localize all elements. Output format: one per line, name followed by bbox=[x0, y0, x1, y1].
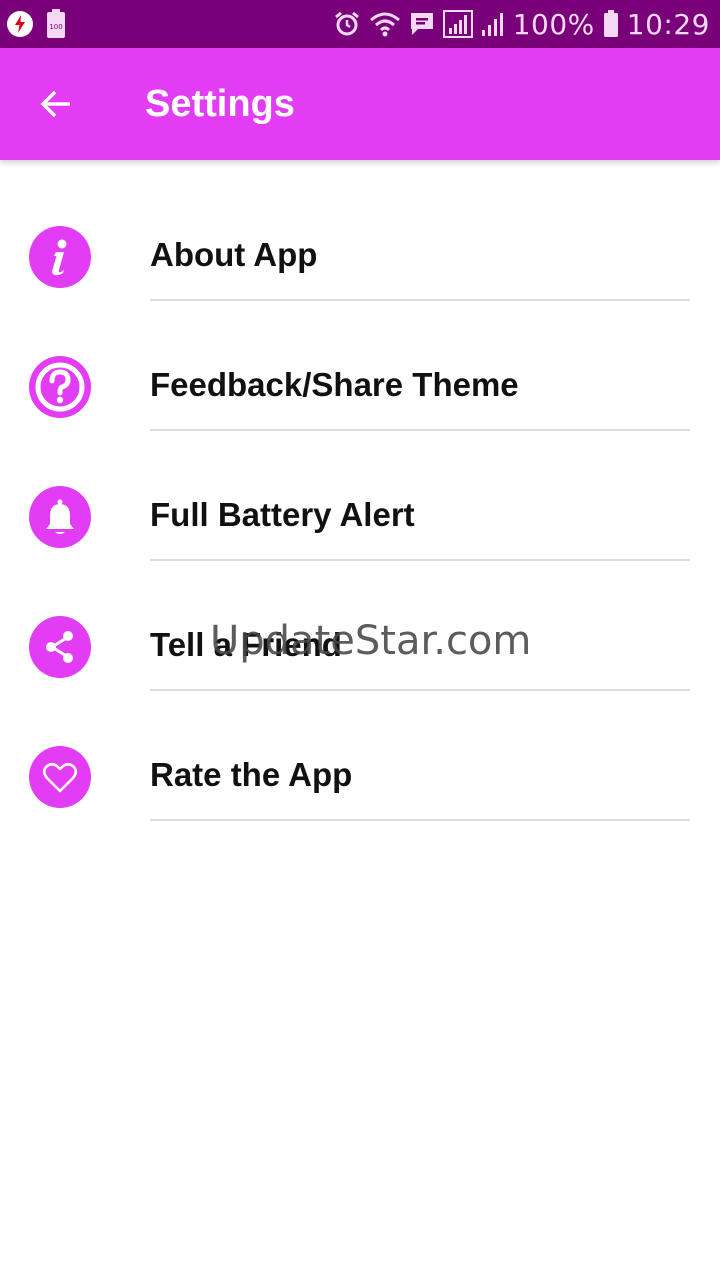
menu-item-feedback-share-theme[interactable]: Feedback/Share Theme bbox=[0, 322, 720, 452]
back-button[interactable] bbox=[0, 48, 112, 160]
app-bar: Settings bbox=[0, 48, 720, 160]
heart-icon bbox=[29, 746, 91, 808]
status-bar: 100 100% 10:29 bbox=[0, 0, 720, 48]
menu-item-label: Feedback/Share Theme bbox=[150, 366, 519, 403]
menu-item-full-battery-alert[interactable]: Full Battery Alert bbox=[0, 452, 720, 582]
divider bbox=[150, 429, 690, 431]
divider bbox=[150, 819, 690, 821]
wifi-icon bbox=[369, 10, 401, 38]
svg-text:100: 100 bbox=[49, 23, 62, 31]
page-title: Settings bbox=[145, 82, 295, 125]
battery-saver-icon bbox=[6, 10, 34, 38]
menu-item-label: Tell a Friend bbox=[150, 626, 342, 663]
battery-icon bbox=[603, 10, 619, 38]
clock: 10:29 bbox=[626, 7, 710, 41]
bell-icon bbox=[29, 486, 91, 548]
message-icon bbox=[409, 11, 435, 37]
signal-icon bbox=[481, 10, 505, 38]
menu-item-tell-a-friend[interactable]: Tell a Friend bbox=[0, 582, 720, 712]
menu-item-rate-the-app[interactable]: Rate the App bbox=[0, 712, 720, 842]
settings-list: About App Feedback/Share Theme Full Batt… bbox=[0, 192, 720, 842]
battery-100-icon: 100 bbox=[46, 9, 66, 39]
arrow-left-icon bbox=[38, 86, 74, 122]
divider bbox=[150, 689, 690, 691]
share-icon bbox=[29, 616, 91, 678]
divider bbox=[150, 559, 690, 561]
divider bbox=[150, 299, 690, 301]
signal-icon bbox=[442, 10, 473, 38]
menu-item-label: About App bbox=[150, 236, 318, 273]
battery-percent: 100% bbox=[512, 7, 595, 41]
menu-item-label: Full Battery Alert bbox=[150, 496, 415, 533]
menu-item-label: Rate the App bbox=[150, 756, 353, 793]
info-icon bbox=[29, 226, 91, 288]
question-icon bbox=[29, 356, 91, 418]
menu-item-about-app[interactable]: About App bbox=[0, 192, 720, 322]
alarm-icon bbox=[333, 10, 361, 38]
